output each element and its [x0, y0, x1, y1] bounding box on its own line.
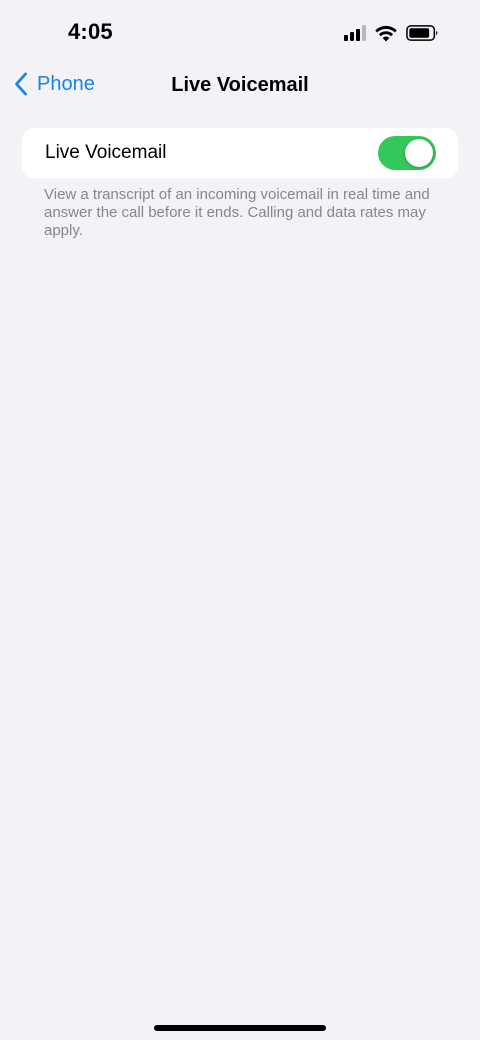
status-time: 4:05: [68, 19, 113, 44]
home-indicator[interactable]: [154, 1025, 326, 1031]
cellular-signal-icon: [344, 25, 366, 41]
live-voicemail-description: View a transcript of an incoming voicema…: [44, 186, 430, 239]
toggle-knob: [405, 139, 433, 167]
navigation-bar: Phone Live Voicemail: [0, 64, 480, 108]
battery-icon: [406, 24, 440, 42]
wifi-icon: [375, 25, 397, 42]
live-voicemail-row: Live Voicemail: [22, 128, 458, 178]
status-bar: 4:05: [0, 0, 480, 64]
page-title: Live Voicemail: [171, 74, 309, 96]
live-voicemail-label: Live Voicemail: [45, 142, 167, 163]
status-icons: [344, 23, 440, 43]
live-voicemail-toggle[interactable]: [378, 136, 436, 170]
